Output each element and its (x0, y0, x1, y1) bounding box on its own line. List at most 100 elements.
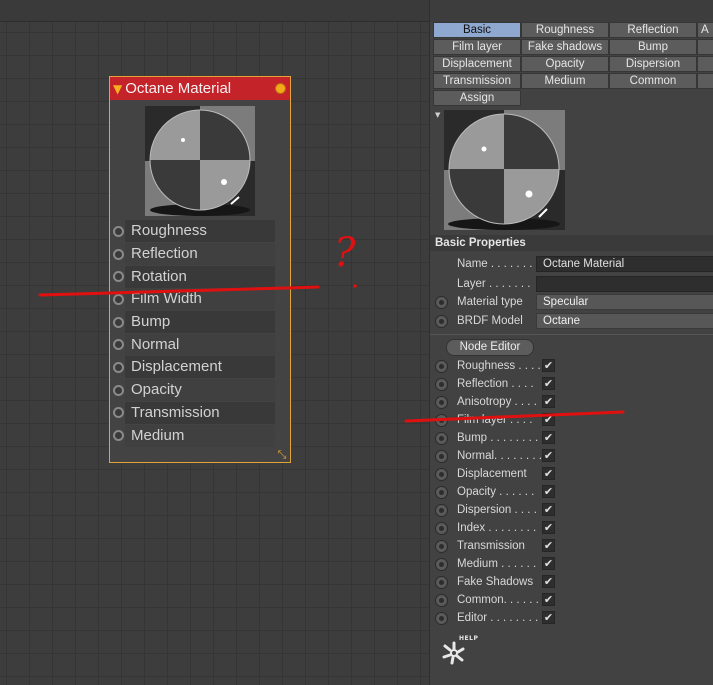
animation-keyframe-icon[interactable] (435, 315, 448, 328)
channel-checkbox[interactable]: ✔ (542, 431, 555, 444)
channel-row: Normal. . . . . . . . ✔ (430, 447, 713, 465)
input-port-icon[interactable] (113, 430, 124, 442)
channel-checkbox[interactable]: ✔ (542, 485, 555, 498)
channel-row: Medium . . . . . . ✔ (430, 555, 713, 573)
brdf-model-dropdown[interactable]: Octane (536, 313, 713, 329)
port-row-displacement[interactable]: Displacement (110, 356, 290, 379)
name-field[interactable]: Octane Material (536, 256, 713, 272)
port-row-transmission[interactable]: Transmission (110, 401, 290, 425)
channel-row: Editor . . . . . . . . ✔ (430, 609, 713, 627)
channel-label: Reflection . . . . (457, 378, 534, 390)
input-port-icon[interactable] (113, 316, 124, 328)
input-port-icon[interactable] (113, 225, 124, 237)
port-label: Reflection (125, 243, 275, 266)
port-row-roughness[interactable]: Roughness (110, 220, 290, 243)
tab-reflection[interactable]: Reflection (609, 22, 697, 38)
channel-label: Transmission (457, 540, 525, 552)
tab-anisotropy[interactable]: A (697, 22, 713, 38)
channel-checkbox[interactable]: ✔ (542, 377, 555, 390)
input-port-icon[interactable] (113, 248, 124, 260)
node-editor-canvas[interactable]: ▼ Octane Material Roughness Reflection R… (0, 0, 429, 685)
tab-roughness[interactable]: Roughness (521, 22, 609, 38)
input-port-icon[interactable] (113, 384, 124, 396)
channel-checkbox[interactable]: ✔ (542, 413, 555, 426)
node-title: Octane Material (125, 80, 232, 97)
channel-row: Anisotropy . . . . ✔ (430, 393, 713, 411)
input-port-icon[interactable] (113, 271, 124, 283)
port-row-normal[interactable]: Normal (110, 333, 290, 356)
channel-checkbox[interactable]: ✔ (542, 593, 555, 606)
channel-checkbox[interactable]: ✔ (542, 467, 555, 480)
animation-keyframe-icon[interactable] (435, 486, 448, 499)
input-port-icon[interactable] (113, 339, 124, 351)
animation-keyframe-icon[interactable] (435, 360, 448, 373)
input-port-icon[interactable] (113, 407, 124, 419)
animation-keyframe-icon[interactable] (435, 522, 448, 535)
tab-bump[interactable]: Bump (609, 39, 697, 55)
tab-transmission[interactable]: Transmission (433, 73, 521, 89)
material-type-row: Material type Specular (430, 293, 713, 311)
channel-checkbox[interactable]: ✔ (542, 611, 555, 624)
port-row-reflection[interactable]: Reflection (110, 243, 290, 266)
animation-keyframe-icon[interactable] (435, 432, 448, 445)
octane-material-node[interactable]: ▼ Octane Material Roughness Reflection R… (109, 76, 291, 463)
animation-keyframe-icon[interactable] (435, 594, 448, 607)
animation-keyframe-icon[interactable] (435, 576, 448, 589)
port-row-bump[interactable]: Bump (110, 311, 290, 334)
material-type-dropdown[interactable]: Specular (536, 294, 713, 310)
port-label: Transmission (125, 401, 275, 424)
output-port-icon[interactable] (275, 83, 286, 94)
tab-common[interactable]: Common (609, 73, 697, 89)
animation-keyframe-icon[interactable] (435, 612, 448, 625)
tab-opacity[interactable]: Opacity (521, 56, 609, 72)
channel-checkbox[interactable]: ✔ (542, 539, 555, 552)
animation-keyframe-icon[interactable] (435, 540, 448, 553)
port-row-medium[interactable]: Medium (110, 424, 290, 447)
node-editor-button[interactable]: Node Editor (446, 339, 534, 356)
collapse-triangle-icon[interactable]: ▼ (113, 83, 122, 95)
animation-keyframe-icon[interactable] (435, 296, 448, 309)
port-row-opacity[interactable]: Opacity (110, 379, 290, 402)
material-preview-image (444, 110, 565, 230)
channel-checkbox[interactable]: ✔ (542, 575, 555, 588)
tab-overflow[interactable] (697, 73, 713, 89)
node-header[interactable]: ▼ Octane Material (110, 77, 290, 100)
channel-label: Dispersion . . . . (457, 504, 537, 516)
input-port-icon[interactable] (113, 293, 124, 305)
animation-keyframe-icon[interactable] (435, 414, 448, 427)
layer-row: Layer . . . . . . . (430, 275, 713, 293)
resize-handle-icon[interactable]: ⤡ (276, 449, 288, 461)
animation-keyframe-icon[interactable] (435, 468, 448, 481)
divider (430, 334, 713, 335)
channel-checkbox[interactable]: ✔ (542, 557, 555, 570)
channel-label: Roughness . . . . (457, 360, 541, 372)
port-row-film-width[interactable]: Film Width (110, 288, 290, 311)
layer-field[interactable] (536, 276, 713, 292)
preview-menu-arrow-icon[interactable]: ▼ (435, 111, 440, 119)
animation-keyframe-icon[interactable] (435, 450, 448, 463)
tab-displacement[interactable]: Displacement (433, 56, 521, 72)
node-editor-toolbar (0, 0, 429, 22)
animation-keyframe-icon[interactable] (435, 504, 448, 517)
port-row-rotation[interactable]: Rotation (110, 265, 290, 288)
channel-checkbox[interactable]: ✔ (542, 521, 555, 534)
animation-keyframe-icon[interactable] (435, 378, 448, 391)
tab-overflow[interactable] (697, 56, 713, 72)
tab-film-layer[interactable]: Film layer (433, 39, 521, 55)
tab-basic[interactable]: Basic (433, 22, 521, 38)
input-port-icon[interactable] (113, 361, 124, 373)
channel-checkbox[interactable]: ✔ (542, 359, 555, 372)
tab-fake-shadows[interactable]: Fake shadows (521, 39, 609, 55)
channel-label: Opacity . . . . . . (457, 486, 535, 498)
tab-overflow[interactable] (697, 39, 713, 55)
channel-checkbox[interactable]: ✔ (542, 449, 555, 462)
tab-medium[interactable]: Medium (521, 73, 609, 89)
channel-checkbox[interactable]: ✔ (542, 503, 555, 516)
tab-assign[interactable]: Assign (433, 90, 521, 106)
tab-dispersion[interactable]: Dispersion (609, 56, 697, 72)
channel-checkbox[interactable]: ✔ (542, 395, 555, 408)
animation-keyframe-icon[interactable] (435, 558, 448, 571)
animation-keyframe-icon[interactable] (435, 396, 448, 409)
channel-row: Opacity . . . . . . ✔ (430, 483, 713, 501)
channel-label: Editor . . . . . . . . (457, 612, 539, 624)
